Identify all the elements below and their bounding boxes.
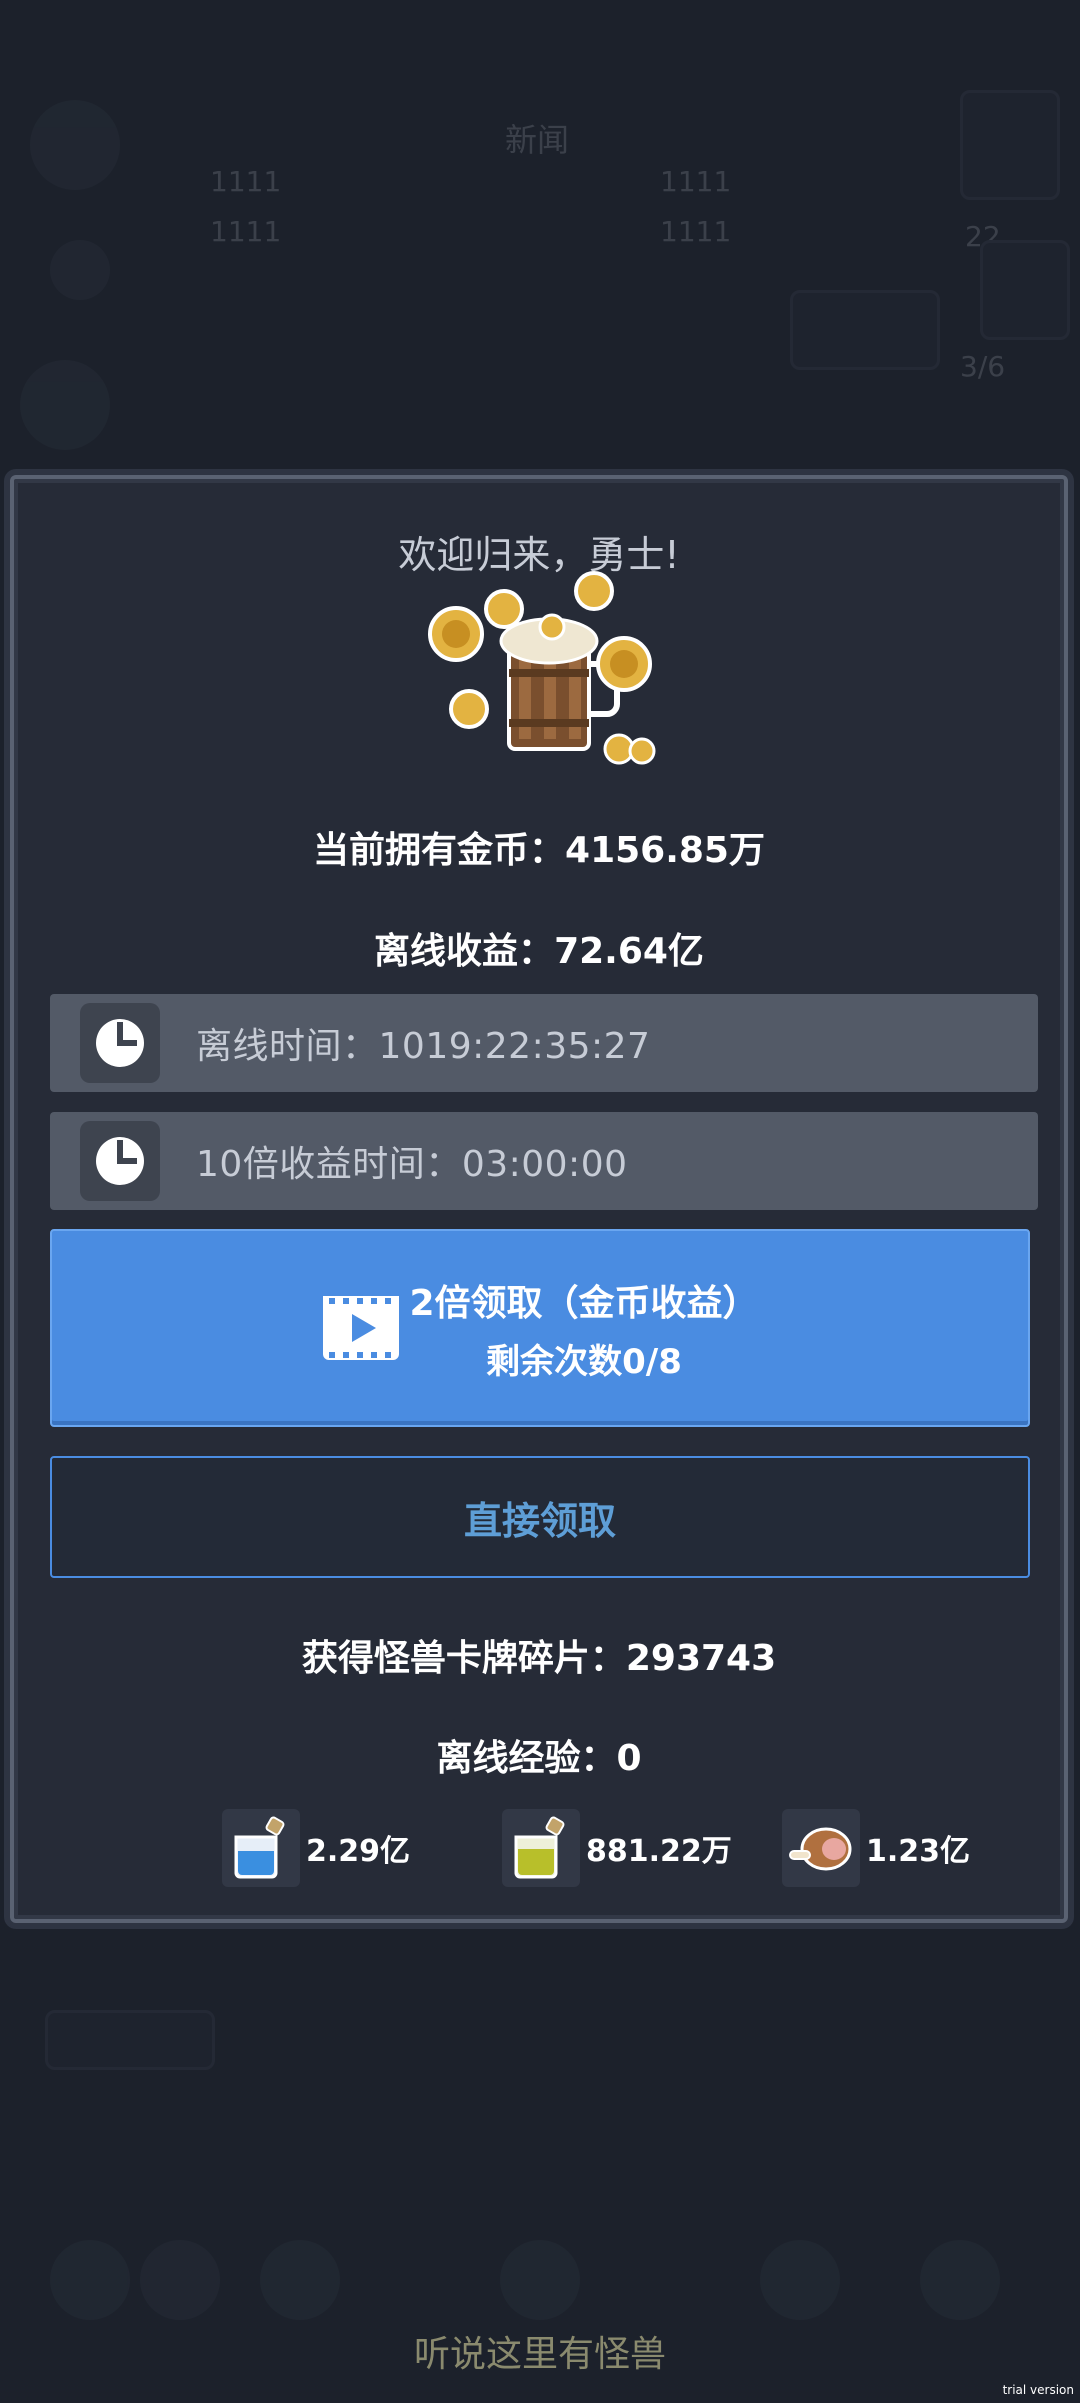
card-shards-value: 293743 <box>625 1638 777 1679</box>
blue-potion-icon <box>222 1809 300 1887</box>
bg-helmet-icon <box>20 360 110 450</box>
bg-stat: 1111 <box>660 215 732 248</box>
offline-time-row: 离线时间：1019:22:35:27 <box>50 994 1038 1092</box>
bg-item-icon <box>920 2240 1000 2320</box>
reward-list: 2.29亿 881.22万 1.23亿 <box>14 1809 1064 1899</box>
offline-income-value: 72.64亿 <box>554 931 704 972</box>
reward-item: 1.23亿 <box>782 1809 970 1887</box>
bg-news-label: 新闻 <box>505 121 570 159</box>
tenx-time-label: 10倍收益时间： <box>196 1144 462 1185</box>
bg-item-icon <box>50 2240 130 2320</box>
bg-stat: 1111 <box>660 165 732 198</box>
bg-tile <box>960 90 1060 200</box>
offline-income-label: 离线收益： <box>374 931 555 972</box>
tenx-time-value: 03:00:00 <box>461 1144 628 1185</box>
double-claim-button[interactable]: 2倍领取（金币收益） 剩余次数0/8 <box>50 1229 1030 1427</box>
meat-icon <box>782 1809 860 1887</box>
card-shards-text: 获得怪兽卡牌碎片：293743 <box>14 1629 1064 1681</box>
current-coins-label: 当前拥有金币： <box>313 830 566 871</box>
bg-count-badge: 3/6 <box>960 350 1006 383</box>
bg-item-icon <box>760 2240 840 2320</box>
video-play-icon <box>323 1296 400 1360</box>
bg-level-badge: 22 <box>965 220 1001 253</box>
offline-time-value: 1019:22:35:27 <box>378 1026 651 1067</box>
bg-item-icon <box>500 2240 580 2320</box>
current-coins-value: 4156.85万 <box>565 830 765 871</box>
reward-amount: 881.22万 <box>586 1834 732 1869</box>
offline-exp-text: 离线经验：0 <box>14 1729 1064 1781</box>
tenx-time-row: 10倍收益时间：03:00:00 <box>50 1112 1038 1210</box>
direct-claim-button[interactable]: 直接领取 <box>50 1456 1030 1578</box>
welcome-back-dialog: 欢迎归来，勇士! 当前拥有金币：4156.85万 离线收益：72.64亿 离线时… <box>10 475 1068 1923</box>
reward-amount: 1.23亿 <box>866 1834 971 1869</box>
offline-time-label: 离线时间： <box>196 1026 379 1067</box>
bg-tile <box>790 290 940 370</box>
bg-sword-icon <box>50 240 110 300</box>
clock-icon <box>80 1003 160 1083</box>
bg-tile <box>980 240 1070 340</box>
clock-icon <box>80 1121 160 1201</box>
bg-item-icon <box>260 2240 340 2320</box>
offline-exp-value: 0 <box>616 1738 642 1779</box>
yellow-potion-icon <box>502 1809 580 1887</box>
offline-exp-label: 离线经验： <box>436 1738 617 1779</box>
bg-bottom-title: 听说这里有怪兽 <box>413 2334 666 2375</box>
double-claim-label: 2倍领取（金币收益） <box>409 1282 759 1324</box>
remaining-count-label: 剩余次数0/8 <box>486 1341 682 1382</box>
reward-item: 2.29亿 <box>222 1809 410 1887</box>
reward-amount: 2.29亿 <box>306 1834 411 1869</box>
reward-item: 881.22万 <box>502 1809 732 1887</box>
bg-avatar-icon <box>30 100 120 190</box>
bg-stat: 1111 <box>210 165 282 198</box>
bg-stat: 1111 <box>210 215 282 248</box>
gold-mug-icon <box>428 571 656 765</box>
bg-tile <box>45 2010 215 2070</box>
bg-item-icon <box>140 2240 220 2320</box>
offline-income-text: 离线收益：72.64亿 <box>14 922 1064 974</box>
watermark: trial version <box>1002 2383 1074 2397</box>
card-shards-label: 获得怪兽卡牌碎片： <box>301 1638 626 1679</box>
current-coins-text: 当前拥有金币：4156.85万 <box>14 821 1064 873</box>
